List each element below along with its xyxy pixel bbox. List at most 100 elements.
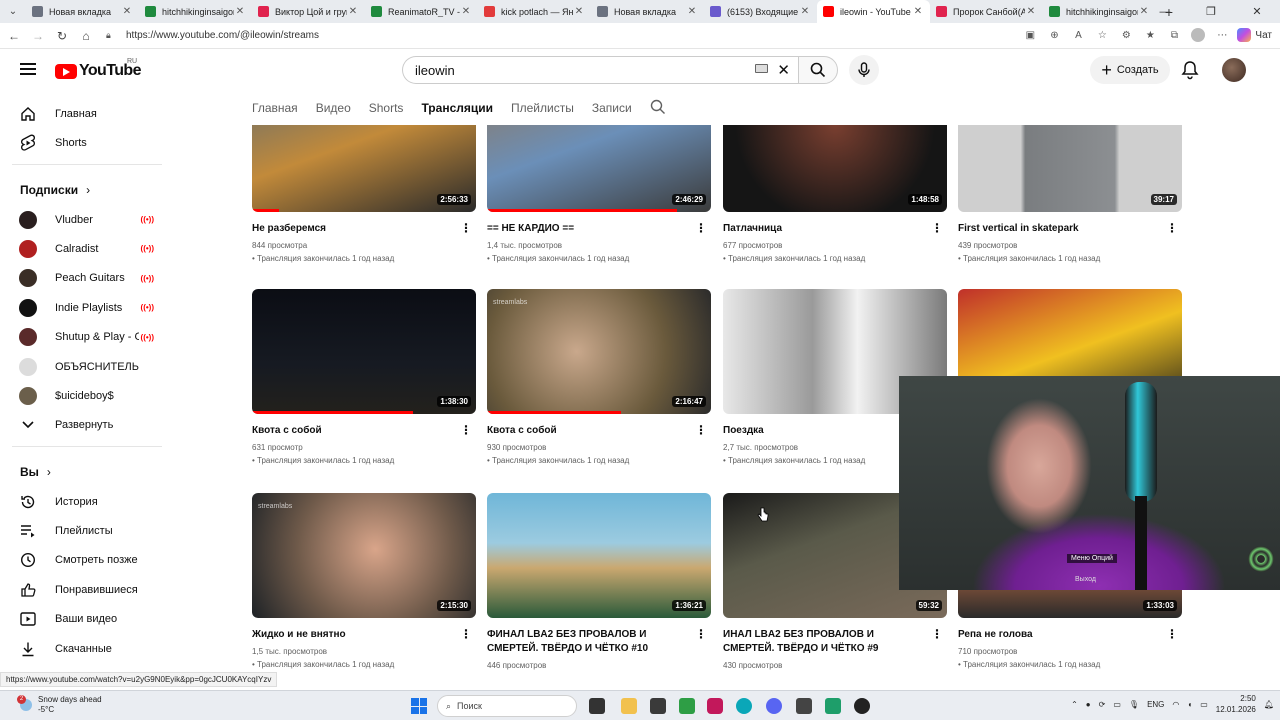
app-green-icon[interactable] bbox=[825, 698, 841, 714]
search-input[interactable]: ileowin ✕ bbox=[402, 56, 798, 84]
browser-tab[interactable]: Новая вкладка ✕ bbox=[591, 0, 704, 23]
tab-close-icon[interactable]: ✕ bbox=[1025, 6, 1037, 17]
tab-close-icon[interactable]: ✕ bbox=[234, 6, 246, 17]
xbox-icon[interactable] bbox=[679, 698, 695, 714]
video-card[interactable]: 1:48:58 Патлачница ⋮ 677 просмотров • Трансл… bbox=[723, 125, 947, 265]
browser-tab[interactable]: Пророк Санбой(АР ✕ bbox=[930, 0, 1043, 23]
channel-tab[interactable]: Плейлисты bbox=[511, 101, 574, 115]
notifications-tray-icon[interactable]: 🔔︎ bbox=[1264, 700, 1274, 709]
favorite-star-icon[interactable]: ☆ bbox=[1093, 26, 1111, 44]
windows-start-icon[interactable] bbox=[411, 698, 427, 714]
tab-list-menu-icon[interactable]: ⌄ bbox=[0, 0, 26, 23]
browser-tab[interactable]: ReanimatoR_TV - W✕ bbox=[365, 0, 478, 23]
app-dark-icon[interactable] bbox=[854, 698, 870, 714]
browser-tab[interactable]: ileowin - YouTube ✕ bbox=[817, 0, 930, 23]
browser-tab[interactable]: hitchhikinginsaigon ✕ bbox=[1043, 0, 1156, 23]
app-pink-icon[interactable] bbox=[707, 698, 723, 714]
voice-search-button[interactable] bbox=[849, 55, 879, 85]
more-actions-icon[interactable]: ⋮ bbox=[460, 627, 472, 641]
video-thumbnail[interactable]: 39:17 bbox=[958, 125, 1182, 212]
more-actions-icon[interactable]: ⋮ bbox=[460, 221, 472, 235]
tray-lock-icon[interactable]: ▭ bbox=[1113, 700, 1121, 709]
file-explorer-icon[interactable] bbox=[621, 698, 637, 714]
clock[interactable]: 2:50 12.01.2026 bbox=[1216, 693, 1256, 715]
maximize-icon[interactable]: ❐ bbox=[1188, 0, 1234, 23]
tab-close-icon[interactable]: ✕ bbox=[460, 6, 472, 17]
video-title[interactable]: Жидко и не внятно bbox=[252, 628, 452, 642]
video-card[interactable]: streamlabs 2:15:30 Жидко и не внятно ⋮ 1,5 т… bbox=[252, 493, 476, 671]
channel-search-icon[interactable] bbox=[650, 99, 666, 118]
video-thumbnail[interactable]: 1:36:21 bbox=[487, 493, 711, 618]
browser-tab[interactable]: kick potlach — Янд ✕ bbox=[478, 0, 591, 23]
video-card[interactable]: streamlabs 2:16:47 Квота с собой ⋮ 930 просм… bbox=[487, 289, 711, 467]
video-thumbnail[interactable]: 1:38:30 bbox=[252, 289, 476, 414]
more-icon[interactable]: ⋯ bbox=[1213, 26, 1231, 44]
forward-icon[interactable]: → bbox=[26, 24, 50, 48]
taskbar-search-field[interactable]: ⌕ Поиск bbox=[437, 695, 577, 717]
sidebar-item-home[interactable]: Главная bbox=[12, 99, 162, 128]
profile-icon[interactable] bbox=[1189, 26, 1207, 44]
app-icon[interactable] bbox=[796, 698, 812, 714]
favorites-icon[interactable]: ★ bbox=[1141, 26, 1159, 44]
copilot-chat-button[interactable]: Чат bbox=[1237, 26, 1272, 44]
notifications-button[interactable] bbox=[1181, 60, 1199, 85]
video-thumbnail[interactable]: 2:46:29 bbox=[487, 125, 711, 212]
tab-close-icon[interactable]: ✕ bbox=[912, 6, 924, 17]
channel-tab[interactable]: Видео bbox=[316, 101, 351, 115]
tab-close-icon[interactable]: ✕ bbox=[573, 6, 585, 17]
site-info-icon[interactable]: 🔒︎ bbox=[106, 30, 120, 41]
video-title[interactable]: Квота с собой bbox=[487, 424, 687, 438]
collections-icon[interactable]: ⧉ bbox=[1165, 26, 1183, 44]
browser-tab[interactable]: Виктор Цой и груп ✕ bbox=[252, 0, 365, 23]
read-aloud-icon[interactable]: A bbox=[1069, 26, 1087, 44]
app-icon[interactable] bbox=[650, 698, 666, 714]
battery-icon[interactable]: ▭ bbox=[1200, 700, 1208, 709]
home-browser-icon[interactable]: ⌂ bbox=[74, 24, 98, 48]
more-actions-icon[interactable]: ⋮ bbox=[695, 423, 707, 437]
search-button[interactable] bbox=[798, 56, 838, 84]
menu-icon[interactable] bbox=[20, 63, 36, 75]
more-actions-icon[interactable]: ⋮ bbox=[695, 221, 707, 235]
tab-close-icon[interactable]: ✕ bbox=[347, 6, 359, 17]
reload-icon[interactable]: ↻ bbox=[50, 24, 74, 48]
more-actions-icon[interactable]: ⋮ bbox=[1166, 627, 1178, 641]
video-card[interactable]: 1:38:30 Квота с собой ⋮ 631 просмотр • Транс… bbox=[252, 289, 476, 467]
video-title[interactable]: == НЕ КАРДИО == bbox=[487, 222, 687, 236]
browser-tab[interactable]: (6153) Входящие —✕ bbox=[704, 0, 817, 23]
tab-close-icon[interactable]: ✕ bbox=[799, 6, 811, 17]
video-card[interactable]: 39:17 First vertical in skatepark ⋮ 439 про… bbox=[958, 125, 1182, 265]
video-card[interactable]: 2:56:33 Не разберемся ⋮ 844 просмотра • Тран… bbox=[252, 125, 476, 265]
tray-app-icon[interactable]: ● bbox=[1086, 700, 1091, 709]
channel-tab[interactable]: Трансляции bbox=[421, 101, 493, 115]
video-card[interactable]: 1:36:21 ФИНАЛ LBA2 БЕЗ ПРОВАЛОВ И СМЕРТЕЙ… bbox=[487, 493, 711, 675]
language-indicator[interactable]: ENG bbox=[1147, 700, 1164, 709]
video-title[interactable]: ФИНАЛ LBA2 БЕЗ ПРОВАЛОВ И СМЕРТЕЙ. ТВЁРД… bbox=[487, 628, 687, 656]
weather-widget[interactable]: 2 Snow days ahead -5°C bbox=[17, 695, 102, 715]
discord-icon[interactable] bbox=[766, 698, 782, 714]
clear-search-icon[interactable]: ✕ bbox=[777, 61, 790, 79]
video-thumbnail[interactable]: 2:56:33 bbox=[252, 125, 476, 212]
video-title[interactable]: Квота с собой bbox=[252, 424, 452, 438]
browser-tab[interactable]: Новая вкладка ✕ bbox=[26, 0, 139, 23]
video-title[interactable]: Поездка bbox=[723, 424, 923, 438]
channel-tab[interactable]: Главная bbox=[252, 101, 298, 115]
edge-icon[interactable] bbox=[736, 698, 752, 714]
video-card[interactable]: 2:46:29 == НЕ КАРДИО == ⋮ 1,4 тыс. просмотр… bbox=[487, 125, 711, 265]
video-title[interactable]: ИНАЛ LBA2 БЕЗ ПРОВАЛОВ И СМЕРТЕЙ. ТВЁРДО… bbox=[723, 628, 923, 656]
back-icon[interactable]: ← bbox=[2, 24, 26, 48]
tray-chevron-icon[interactable]: ⌃ bbox=[1071, 700, 1078, 709]
account-avatar[interactable] bbox=[1222, 58, 1246, 82]
more-actions-icon[interactable]: ⋮ bbox=[1166, 221, 1178, 235]
channel-tab[interactable]: Записи bbox=[592, 101, 632, 115]
tray-mic-icon[interactable]: 🎙︎ bbox=[1129, 700, 1139, 709]
video-thumbnail[interactable]: 1:48:58 bbox=[723, 125, 947, 212]
tab-close-icon[interactable]: ✕ bbox=[121, 6, 133, 17]
tray-sync-icon[interactable]: ⟳ bbox=[1099, 700, 1106, 709]
wifi-icon[interactable]: ◠ bbox=[1172, 700, 1179, 709]
url-field[interactable]: 🔒︎ https://www.youtube.com/@ileowin/stre… bbox=[106, 26, 1066, 46]
video-title[interactable]: First vertical in skatepark bbox=[958, 222, 1158, 236]
tab-close-icon[interactable]: ✕ bbox=[686, 6, 698, 17]
video-thumbnail[interactable]: streamlabs 2:16:47 bbox=[487, 289, 711, 414]
app-available-icon[interactable]: ▣ bbox=[1021, 26, 1039, 44]
more-actions-icon[interactable]: ⋮ bbox=[931, 221, 943, 235]
